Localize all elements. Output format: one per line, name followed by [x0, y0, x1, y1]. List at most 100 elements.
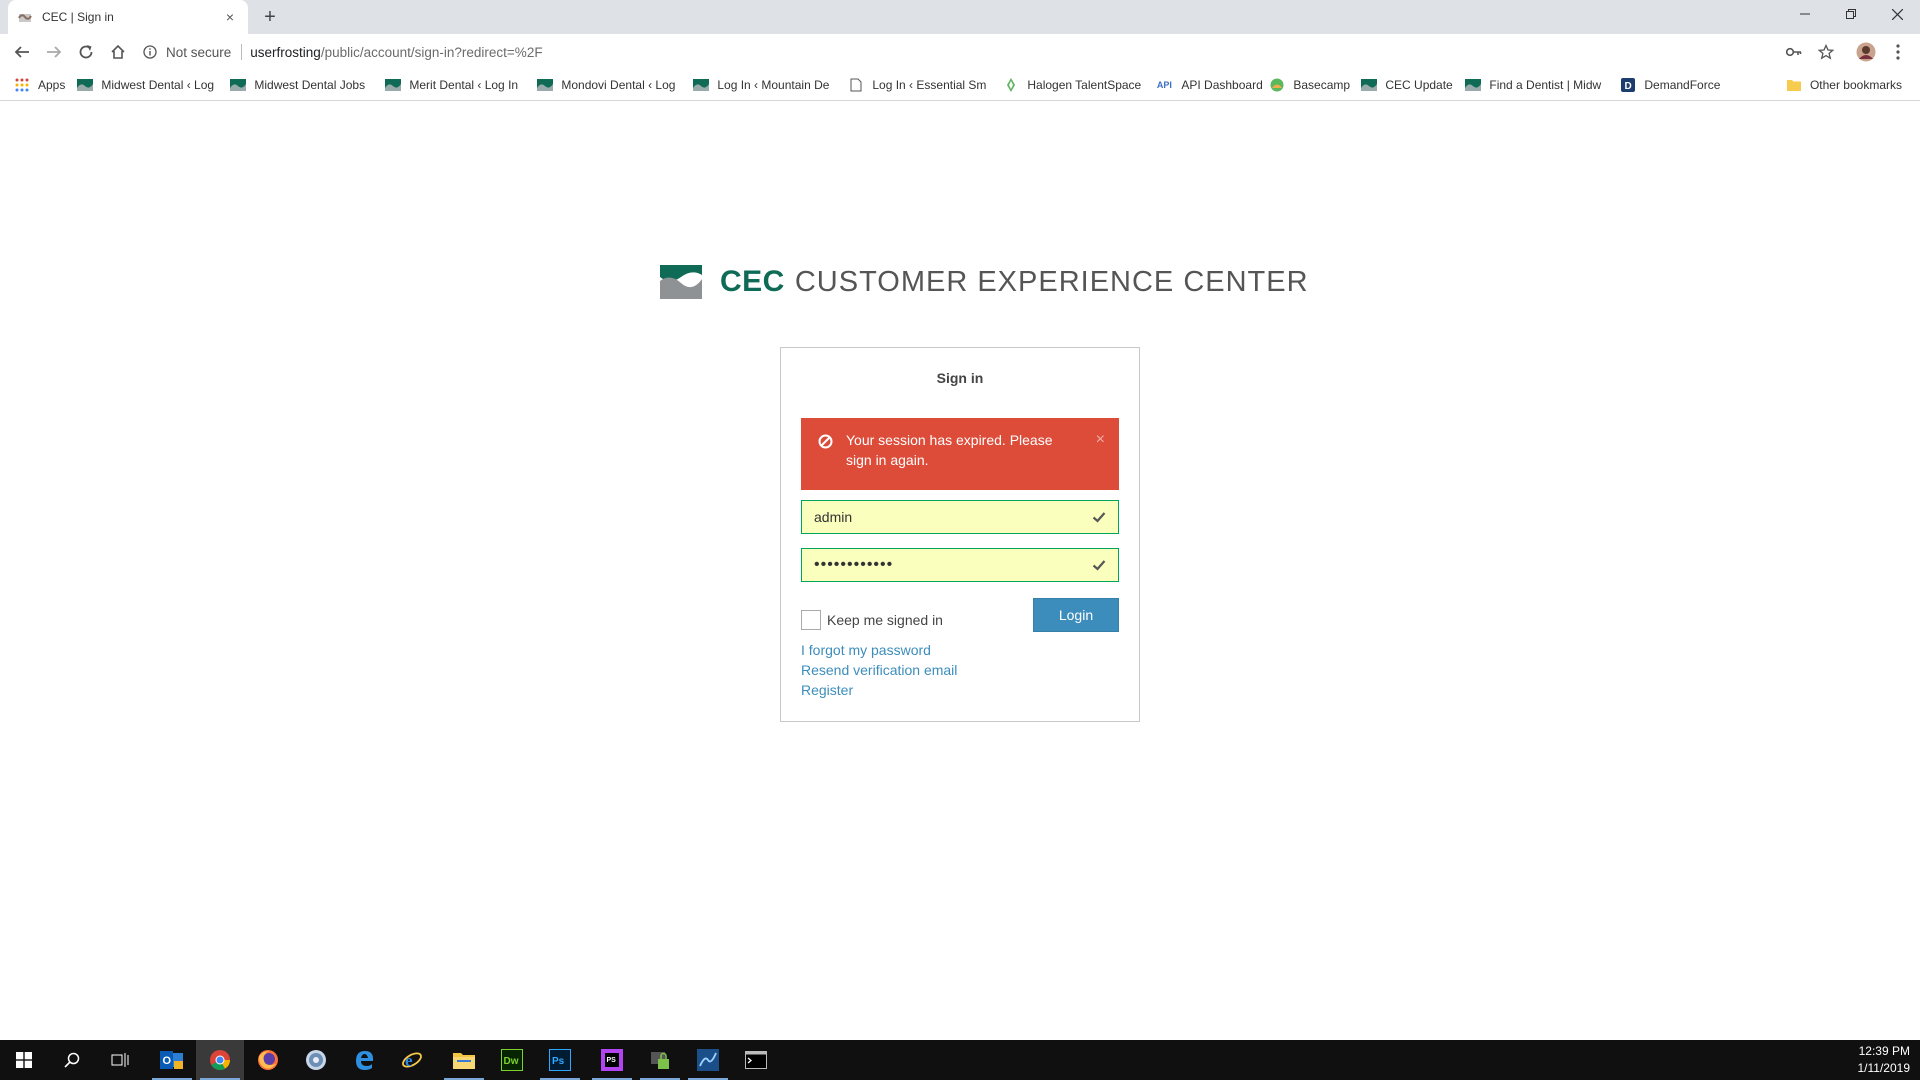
browser-toolbar: Not secure userfrosting/public/account/s… — [0, 34, 1920, 70]
keep-signed-in-checkbox[interactable] — [801, 610, 821, 630]
clock-time: 12:39 PM — [1858, 1044, 1910, 1058]
bookmarks-bar: Apps Midwest Dental ‹ Log Midwest Dental… — [0, 70, 1920, 101]
dental-logo-icon — [385, 78, 402, 92]
minimize-button[interactable] — [1782, 0, 1828, 28]
bookmark-halogen[interactable]: Halogen TalentSpace — [997, 72, 1149, 98]
sign-in-card: Sign in Your session has expired. Please… — [780, 347, 1140, 722]
dreamweaver-icon[interactable]: Dw — [488, 1040, 536, 1080]
svg-text:Dw: Dw — [504, 1056, 519, 1067]
back-arrow-icon[interactable] — [8, 38, 36, 66]
file-explorer-icon[interactable] — [440, 1040, 488, 1080]
tab-close-icon[interactable]: × — [222, 9, 238, 25]
outlook-icon[interactable]: O — [148, 1040, 196, 1080]
register-link[interactable]: Register — [801, 682, 853, 698]
photoshop-icon[interactable]: Ps — [536, 1040, 584, 1080]
menu-kebab-icon[interactable] — [1884, 38, 1912, 66]
address-bar[interactable]: Not secure userfrosting/public/account/s… — [142, 38, 1802, 66]
bookmark-label: Mondovi Dental ‹ Log — [561, 78, 676, 92]
reload-icon[interactable] — [72, 38, 100, 66]
bookmark-label: Halogen TalentSpace — [1027, 78, 1142, 92]
key-icon[interactable] — [1780, 38, 1808, 66]
chrome-icon[interactable] — [196, 1040, 244, 1080]
password-value: •••••••••••• — [814, 556, 894, 573]
url-host: userfrosting — [250, 44, 321, 60]
terminal-icon[interactable] — [732, 1040, 780, 1080]
bookmark-label: Log In ‹ Mountain De — [717, 78, 830, 92]
demandforce-icon: D — [1620, 78, 1636, 92]
internet-explorer-icon[interactable]: e — [388, 1040, 436, 1080]
home-icon[interactable] — [104, 38, 132, 66]
start-windows-icon[interactable] — [0, 1040, 48, 1080]
bookmark-label: API Dashboard — [1181, 78, 1263, 92]
folder-icon — [1786, 78, 1802, 92]
cec-logo-icon — [660, 265, 702, 299]
task-view-icon[interactable] — [96, 1040, 144, 1080]
clock-date: 1/11/2019 — [1857, 1061, 1911, 1075]
security-label: Not secure — [166, 44, 232, 60]
bookmark-cec-update[interactable]: CEC Update — [1355, 72, 1459, 98]
halogen-icon — [1003, 78, 1019, 92]
api-icon: API — [1156, 80, 1172, 90]
search-icon[interactable] — [48, 1040, 96, 1080]
basecamp-icon — [1269, 78, 1285, 92]
bookmark-api-dashboard[interactable]: API API Dashboard — [1149, 72, 1263, 98]
svg-text:Ps: Ps — [552, 1056, 565, 1067]
session-expired-alert: Your session has expired. Please sign in… — [801, 418, 1119, 490]
dental-logo-icon — [77, 78, 94, 92]
bookmark-label: Apps — [38, 78, 66, 92]
dental-logo-icon — [1465, 78, 1482, 92]
system-clock[interactable]: 12:39 PM 1/11/2019 — [1858, 1043, 1911, 1077]
bookmark-basecamp[interactable]: Basecamp — [1263, 72, 1355, 98]
sql-workbench-icon[interactable] — [684, 1040, 732, 1080]
password-field[interactable]: •••••••••••• — [801, 548, 1119, 582]
bookmark-label: CEC Update — [1385, 78, 1453, 92]
check-icon — [1092, 560, 1106, 571]
info-icon[interactable] — [142, 44, 158, 60]
other-bookmarks[interactable]: Other bookmarks — [1780, 72, 1908, 98]
dental-logo-icon — [230, 78, 247, 92]
bookmark-apps[interactable]: Apps — [8, 72, 71, 98]
close-window-button[interactable] — [1874, 0, 1920, 28]
windows-taskbar: O e Dw Ps PS 12:39 PM 1/11/2019 — [0, 1040, 1920, 1080]
bookmark-label: Find a Dentist | Midw — [1489, 78, 1602, 92]
bookmark-demandforce[interactable]: D DemandForce — [1614, 72, 1726, 98]
bookmark-label: Midwest Dental Jobs — [254, 78, 366, 92]
tab-cec-sign-in[interactable]: CEC | Sign in × — [8, 0, 248, 34]
resend-verification-link[interactable]: Resend verification email — [801, 662, 957, 678]
phpstorm-icon[interactable]: PS — [588, 1040, 636, 1080]
secure-app-icon[interactable] — [636, 1040, 684, 1080]
forgot-password-link[interactable]: I forgot my password — [801, 642, 931, 658]
alert-message: Your session has expired. Please sign in… — [846, 432, 1053, 468]
svg-text:O: O — [163, 1055, 172, 1067]
firefox-icon[interactable] — [244, 1040, 292, 1080]
dental-logo-icon — [1361, 78, 1378, 92]
username-field[interactable]: admin — [801, 500, 1119, 534]
svg-text:e: e — [405, 1051, 413, 1070]
profile-avatar[interactable] — [1852, 38, 1880, 66]
login-button[interactable]: Login — [1033, 598, 1119, 632]
bookmark-find-a-dentist[interactable]: Find a Dentist | Midw — [1459, 72, 1614, 98]
username-value: admin — [814, 509, 853, 525]
globe-app-icon[interactable] — [292, 1040, 340, 1080]
keep-signed-in-label[interactable]: Keep me signed in — [827, 610, 943, 630]
check-icon — [1092, 512, 1106, 523]
restore-button[interactable] — [1828, 0, 1874, 28]
bookmark-midwest-dental-login[interactable]: Midwest Dental ‹ Log — [71, 72, 224, 98]
browser-tab-strip: CEC | Sign in × + — [0, 0, 1920, 34]
bookmark-essential-smiles[interactable]: Log In ‹ Essential Sm — [842, 72, 997, 98]
bookmark-merit-dental[interactable]: Merit Dental ‹ Log In — [379, 72, 531, 98]
other-bookmarks-label: Other bookmarks — [1809, 78, 1902, 92]
bookmark-mountain-dental[interactable]: Log In ‹ Mountain De — [687, 72, 842, 98]
bookmark-mondovi-dental[interactable]: Mondovi Dental ‹ Log — [531, 72, 687, 98]
new-tab-button[interactable]: + — [258, 6, 282, 30]
alert-close-icon[interactable]: × — [1096, 430, 1105, 450]
forward-arrow-icon[interactable] — [40, 38, 68, 66]
bookmark-midwest-dental-jobs[interactable]: Midwest Dental Jobs — [224, 72, 379, 98]
svg-text:D: D — [1625, 81, 1632, 92]
url-path: /public/account/sign-in?redirect=%2F — [320, 44, 543, 60]
bookmark-star-icon[interactable] — [1812, 38, 1840, 66]
address-divider — [241, 44, 243, 60]
site-brand: CEC CUSTOMER EXPERIENCE CENTER — [660, 262, 1309, 302]
bookmark-label: Log In ‹ Essential Sm — [872, 78, 987, 92]
edge-icon[interactable] — [340, 1040, 388, 1080]
